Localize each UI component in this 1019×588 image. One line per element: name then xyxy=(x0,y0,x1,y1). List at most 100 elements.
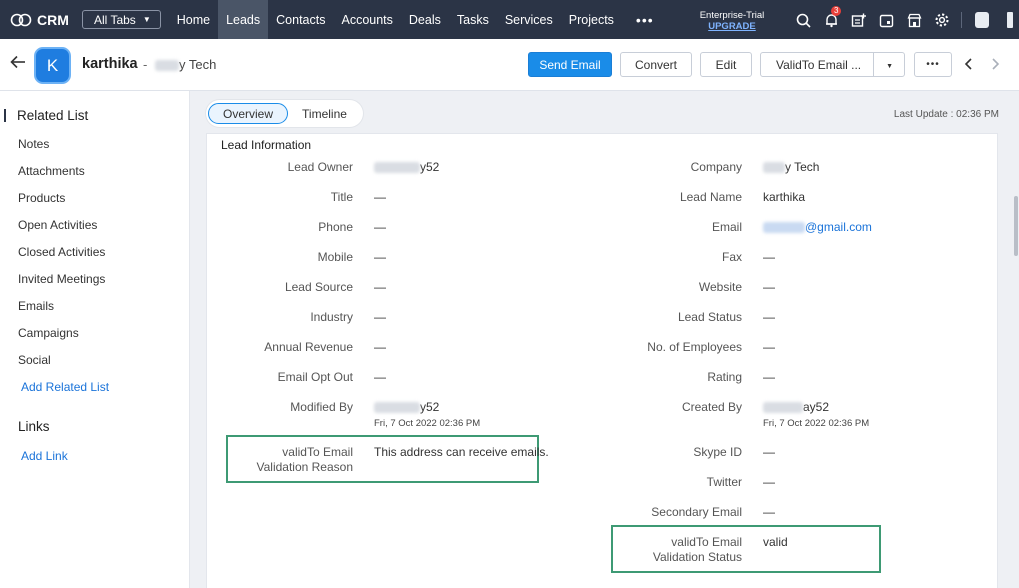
field-value-created-by: ay52 Fri, 7 Oct 2022 02:36 PM xyxy=(763,400,869,431)
sidebar-item-closed-activities[interactable]: Closed Activities xyxy=(18,245,105,259)
field-value-website[interactable]: — xyxy=(763,280,775,295)
field-value-mobile[interactable]: — xyxy=(374,250,386,265)
field-label-email: Email xyxy=(711,220,742,234)
field-label-website: Website xyxy=(698,280,742,294)
all-tabs-dropdown[interactable]: All Tabs ▼ xyxy=(82,10,161,29)
crm-logo-icon xyxy=(10,13,32,26)
nav-projects[interactable]: Projects xyxy=(561,0,622,39)
field-label-fax: Fax xyxy=(721,250,742,264)
field-value-lead-name[interactable]: karthika xyxy=(763,190,805,205)
add-entry-icon[interactable] xyxy=(849,11,867,29)
send-email-button[interactable]: Send Email xyxy=(528,52,612,77)
nav-deals[interactable]: Deals xyxy=(401,0,449,39)
field-value-validation-status[interactable]: valid xyxy=(763,535,788,550)
collapse-marker-icon[interactable] xyxy=(4,109,6,122)
main-panel: Overview Timeline Last Update : 02:36 PM… xyxy=(190,91,1019,588)
field-label-skype-id: Skype ID xyxy=(693,445,742,459)
field-value-twitter[interactable]: — xyxy=(763,475,775,490)
sidebar-item-emails[interactable]: Emails xyxy=(18,299,54,313)
field-value-industry[interactable]: — xyxy=(374,310,386,325)
field-value-company[interactable]: y Tech xyxy=(763,160,819,175)
related-list-heading[interactable]: Related List xyxy=(4,108,88,123)
tab-timeline[interactable]: Timeline xyxy=(288,103,361,124)
convert-button[interactable]: Convert xyxy=(620,52,692,77)
related-list-sidebar: Related List Notes Attachments Products … xyxy=(0,91,190,588)
field-value-lead-status[interactable]: — xyxy=(763,310,775,325)
field-value-skype-id[interactable]: — xyxy=(763,445,775,460)
field-value-employees[interactable]: — xyxy=(763,340,775,355)
created-by-suffix: ay52 xyxy=(803,400,830,414)
field-value-validation-reason[interactable]: This address can receive emails. xyxy=(374,445,549,460)
sidebar-item-attachments[interactable]: Attachments xyxy=(18,164,85,178)
field-value-fax[interactable]: — xyxy=(763,250,775,265)
field-value-lead-owner[interactable]: y52 xyxy=(374,160,439,175)
nav-contacts[interactable]: Contacts xyxy=(268,0,333,39)
crm-logo[interactable]: CRM xyxy=(10,12,78,28)
field-label-lead-status: Lead Status xyxy=(677,310,742,324)
field-label-employees: No. of Employees xyxy=(647,340,742,354)
brand-name: CRM xyxy=(37,11,69,28)
related-list-title: Related List xyxy=(17,108,89,123)
calendar-icon[interactable] xyxy=(877,11,895,29)
sidebar-item-products[interactable]: Products xyxy=(18,191,65,205)
field-value-secondary-email[interactable]: — xyxy=(763,505,775,520)
record-header: K karthika - y Tech Send Email Convert E… xyxy=(0,39,1019,91)
redacted-text xyxy=(763,222,805,234)
nav-services[interactable]: Services xyxy=(497,0,561,39)
previous-record-icon[interactable] xyxy=(964,57,974,73)
app-menu-icon[interactable] xyxy=(1007,12,1013,28)
field-value-email-opt-out[interactable]: — xyxy=(374,370,386,385)
field-label-rating: Rating xyxy=(707,370,742,384)
field-value-email[interactable]: @gmail.com xyxy=(763,220,872,235)
module-tabs: Home Leads Contacts Accounts Deals Tasks… xyxy=(169,0,662,39)
add-link[interactable]: Add Link xyxy=(21,449,68,463)
field-value-phone[interactable]: — xyxy=(374,220,386,235)
sidebar-item-open-activities[interactable]: Open Activities xyxy=(18,218,97,232)
field-label-twitter: Twitter xyxy=(706,475,742,489)
redacted-text xyxy=(155,60,179,72)
settings-gear-icon[interactable] xyxy=(933,11,951,29)
field-label-email-opt-out: Email Opt Out xyxy=(277,370,353,384)
marketplace-icon[interactable] xyxy=(905,11,923,29)
next-record-icon[interactable] xyxy=(990,57,1000,73)
user-avatar[interactable] xyxy=(975,12,989,28)
trial-label: Enterprise-Trial xyxy=(699,10,765,21)
last-update: Last Update : 02:36 PM xyxy=(893,109,999,120)
nav-home[interactable]: Home xyxy=(169,0,218,39)
more-tabs-icon[interactable]: ••• xyxy=(628,0,662,39)
sidebar-item-invited-meetings[interactable]: Invited Meetings xyxy=(18,272,105,286)
sidebar-item-notes[interactable]: Notes xyxy=(18,137,49,151)
field-value-annual-revenue[interactable]: — xyxy=(374,340,386,355)
nav-tasks[interactable]: Tasks xyxy=(449,0,497,39)
validto-email-split-button[interactable]: ValidTo Email ... ▼ xyxy=(760,52,905,77)
tab-overview[interactable]: Overview xyxy=(208,103,289,124)
caret-down-icon[interactable]: ▼ xyxy=(886,63,893,70)
sidebar-item-social[interactable]: Social xyxy=(18,353,51,367)
field-label-company: Company xyxy=(690,160,742,174)
field-value-modified-by: y52 Fri, 7 Oct 2022 02:36 PM xyxy=(374,400,480,431)
nav-leads[interactable]: Leads xyxy=(218,0,269,39)
upgrade-link[interactable]: UPGRADE xyxy=(695,21,769,32)
bell-icon[interactable]: 3 xyxy=(822,6,842,29)
notification-badge: 3 xyxy=(831,6,842,16)
field-label-validation-reason: validTo Email Validation Reason xyxy=(256,445,353,474)
lead-information-card: Lead Information Lead Owner y52 Title — … xyxy=(206,133,998,588)
edit-button[interactable]: Edit xyxy=(700,52,752,77)
field-label-phone: Phone xyxy=(318,220,353,234)
field-label-annual-revenue: Annual Revenue xyxy=(264,340,353,354)
sidebar-item-campaigns[interactable]: Campaigns xyxy=(18,326,79,340)
back-arrow-icon[interactable] xyxy=(10,55,26,72)
more-actions-button[interactable]: ••• xyxy=(914,52,952,77)
field-value-lead-source[interactable]: — xyxy=(374,280,386,295)
nav-accounts[interactable]: Accounts xyxy=(333,0,400,39)
trial-info: Enterprise-Trial UPGRADE xyxy=(695,10,769,32)
field-label-secondary-email: Secondary Email xyxy=(651,505,742,519)
field-label-lead-owner: Lead Owner xyxy=(287,160,353,174)
add-related-list-link[interactable]: Add Related List xyxy=(21,380,109,394)
page-scrollbar[interactable] xyxy=(1014,196,1018,256)
button-divider xyxy=(873,53,874,76)
field-value-rating[interactable]: — xyxy=(763,370,775,385)
record-avatar: K xyxy=(34,47,71,84)
search-icon[interactable] xyxy=(794,11,812,29)
field-value-title[interactable]: — xyxy=(374,190,386,205)
